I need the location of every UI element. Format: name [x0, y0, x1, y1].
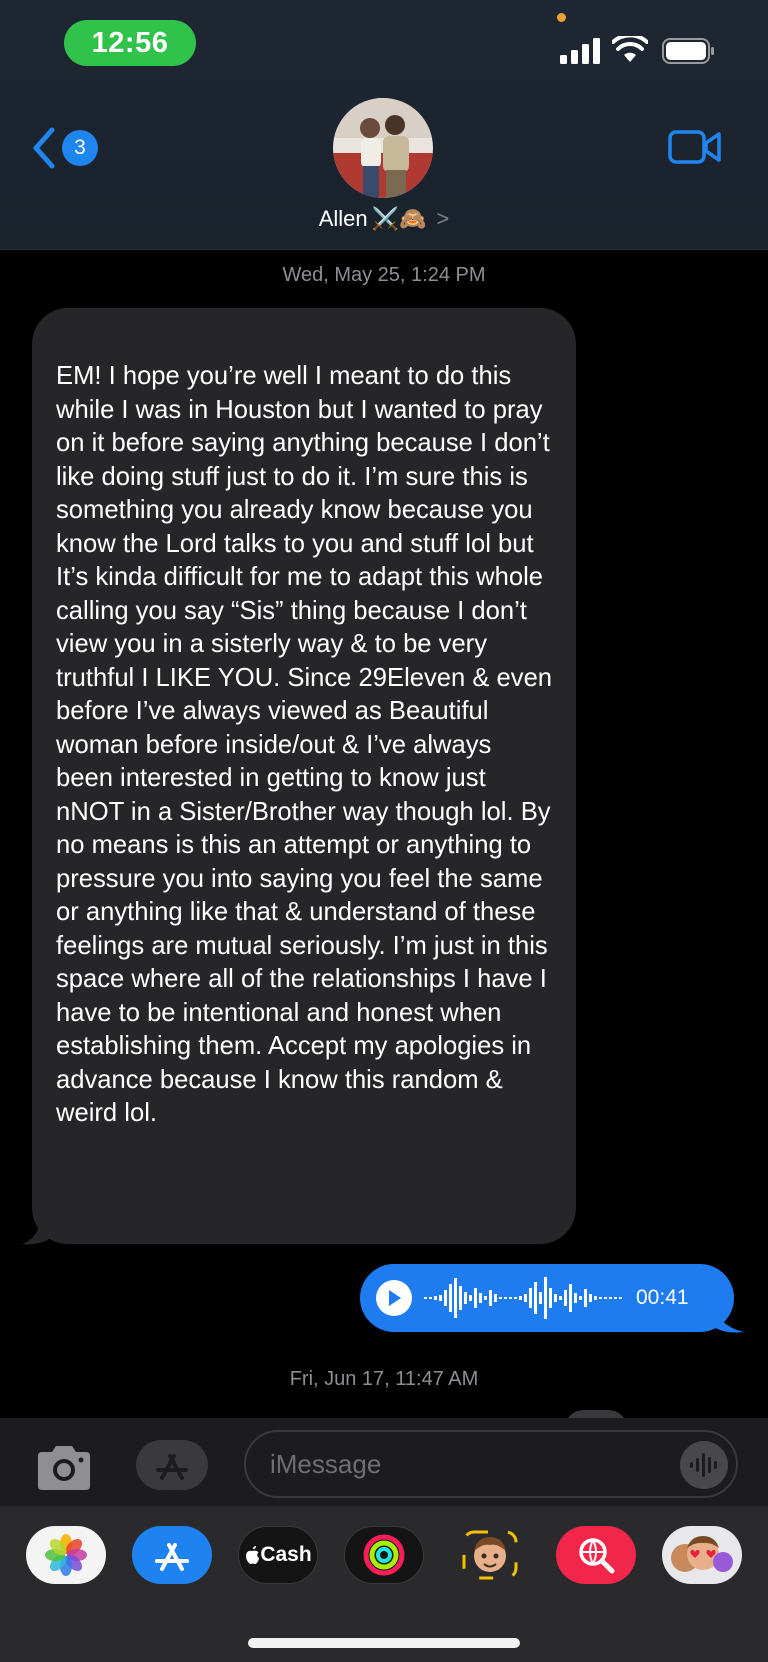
message-composer: iMessage Cash: [0, 1418, 768, 1662]
activity-rings-icon: [363, 1534, 405, 1576]
incoming-message-text: EM! I hope you’re well I meant to do thi…: [56, 362, 553, 1127]
camera-icon[interactable]: [34, 1442, 94, 1492]
wifi-icon: [612, 36, 648, 62]
chevron-right-icon: >: [436, 206, 450, 231]
audio-play-button[interactable]: [376, 1280, 412, 1316]
app-store-icon: [156, 1454, 188, 1480]
imessage-placeholder: iMessage: [270, 1448, 382, 1479]
contact-name-button[interactable]: Allen ⚔️🙈 >: [0, 206, 768, 232]
incoming-bubble-tail: [22, 1210, 60, 1245]
outgoing-audio-message[interactable]: 00:41: [360, 1264, 734, 1332]
incoming-message-bubble[interactable]: EM! I hope you’re well I meant to do thi…: [32, 308, 576, 1244]
battery-icon: [662, 38, 714, 64]
apple-cash-app-button[interactable]: Cash: [238, 1526, 318, 1584]
back-button[interactable]: 3: [30, 124, 98, 172]
contact-photo-icon: [333, 98, 433, 198]
message-timestamp: Wed, May 25, 1:24 PM: [282, 264, 486, 286]
play-icon: [389, 1290, 401, 1306]
app-store-a-icon: [155, 1543, 189, 1571]
conversation-header: 12:56 3 Allen ⚔️🙈 >: [0, 0, 768, 250]
photos-app-button[interactable]: [26, 1526, 106, 1584]
photos-icon: [45, 1534, 87, 1576]
outgoing-bubble-tail: [712, 1300, 744, 1333]
imessage-input[interactable]: iMessage: [244, 1430, 738, 1498]
activity-app-button[interactable]: [344, 1526, 424, 1584]
memoji-app-button[interactable]: [450, 1526, 530, 1584]
contact-emojis: ⚔️🙈: [371, 206, 427, 231]
status-time: 12:56: [64, 20, 196, 66]
chevron-left-icon: [33, 127, 55, 169]
memoji-icon: [462, 1530, 518, 1580]
contact-name: Allen: [318, 206, 368, 231]
audio-duration: 00:41: [636, 1286, 689, 1309]
memoji-stickers-icon: [671, 1536, 733, 1572]
message-timestamp-2: Fri, Jun 17, 11:47 AM: [289, 1368, 479, 1390]
audio-record-button[interactable]: [680, 1441, 728, 1489]
cash-label: Cash: [260, 1543, 312, 1566]
facetime-video-icon[interactable]: [668, 128, 722, 166]
waveform-icon: [690, 1453, 717, 1477]
audio-waveform[interactable]: [424, 1274, 624, 1322]
app-store-app-button[interactable]: [132, 1526, 212, 1584]
mic-indicator-dot: [557, 13, 566, 22]
unread-count-badge: 3: [62, 130, 98, 166]
contact-avatar[interactable]: [333, 98, 433, 198]
apple-logo-icon: [246, 1546, 260, 1564]
globe-search-icon: [579, 1538, 615, 1574]
cellular-signal-icon: [560, 38, 600, 64]
memoji-stickers-app-button[interactable]: [662, 1526, 742, 1584]
web-search-app-button[interactable]: [556, 1526, 636, 1584]
home-indicator[interactable]: [248, 1638, 520, 1648]
app-drawer-button[interactable]: [136, 1440, 208, 1490]
